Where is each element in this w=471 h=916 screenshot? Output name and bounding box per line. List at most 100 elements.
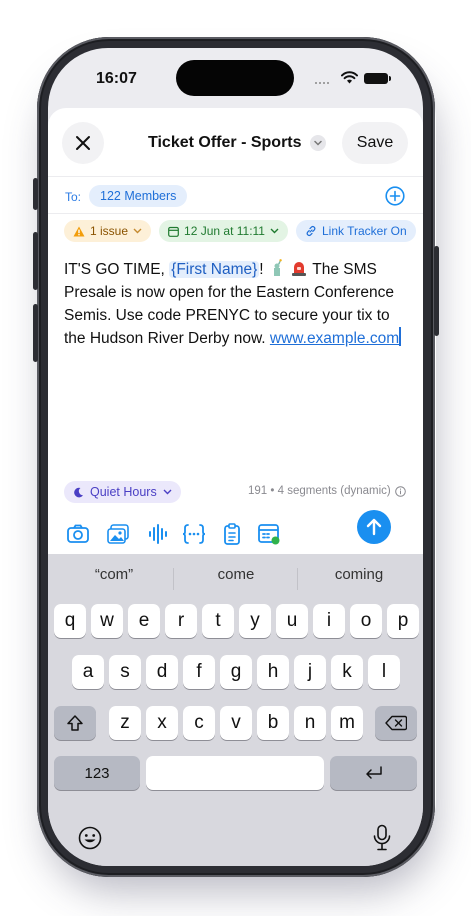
chevron-down-icon: [270, 228, 279, 234]
quiet-hours-chip[interactable]: Quiet Hours: [64, 481, 181, 503]
chevron-down-icon: [133, 228, 142, 234]
key-c[interactable]: c: [183, 706, 215, 740]
shift-key[interactable]: [54, 706, 96, 740]
recipients-row: To: 122 Members: [48, 176, 423, 214]
shift-icon: [67, 715, 83, 731]
issue-chip[interactable]: 1 issue: [64, 220, 152, 242]
image-icon[interactable]: [106, 522, 130, 546]
return-icon: [365, 766, 382, 779]
variable-braces-icon[interactable]: [182, 522, 206, 546]
key-e[interactable]: e: [128, 604, 160, 638]
close-button[interactable]: [62, 122, 104, 164]
dynamic-island: [176, 60, 294, 96]
key-h[interactable]: h: [257, 655, 289, 689]
message-link[interactable]: www.example.com: [270, 330, 399, 347]
microphone-icon[interactable]: [372, 824, 392, 852]
card-calendar-icon[interactable]: [257, 522, 281, 546]
link-tracker-chip[interactable]: Link Tracker On: [295, 220, 416, 242]
status-time: 16:07: [96, 70, 137, 87]
add-recipient-icon[interactable]: [385, 186, 405, 206]
action-button: [33, 178, 38, 210]
key-o[interactable]: o: [350, 604, 382, 638]
signal-icon: [315, 78, 335, 84]
close-icon: [76, 136, 90, 150]
segment-count: 191 • 4 segments (dynamic): [248, 485, 406, 497]
suggestion-1[interactable]: “com”: [54, 566, 174, 583]
arrow-up-icon: [366, 518, 382, 536]
battery-icon: [364, 73, 391, 84]
key-m[interactable]: m: [331, 706, 363, 740]
key-u[interactable]: u: [276, 604, 308, 638]
key-d[interactable]: d: [146, 655, 178, 689]
key-x[interactable]: x: [146, 706, 178, 740]
schedule-chip[interactable]: 12 Jun at 11:11: [159, 220, 288, 242]
numbers-key[interactable]: 123: [54, 756, 140, 790]
clipboard-icon[interactable]: [220, 522, 244, 546]
suggestion-divider: [297, 568, 298, 590]
suggestion-2[interactable]: come: [176, 566, 296, 583]
statue-of-liberty-emoji-icon: [273, 259, 282, 276]
key-t[interactable]: t: [202, 604, 234, 638]
key-f[interactable]: f: [183, 655, 215, 689]
compose-sheet: Ticket Offer - Sports Save To: 122 Membe…: [48, 108, 423, 554]
message-text-part1: IT'S GO TIME,: [64, 261, 170, 278]
return-key[interactable]: [330, 756, 417, 790]
backspace-icon: [385, 715, 407, 731]
volume-down-button: [33, 304, 38, 362]
phone-screen: 16:07 Ticket Offer - Sports Save To: 122…: [48, 48, 423, 866]
to-label: To:: [65, 190, 82, 204]
chevron-down-icon: [309, 135, 326, 151]
keyboard: “com” come coming q w e r t y u i o p a …: [48, 554, 423, 866]
issue-chip-label: 1 issue: [90, 224, 129, 238]
quiet-hours-label: Quiet Hours: [90, 485, 157, 499]
audio-waveform-icon[interactable]: [146, 522, 170, 546]
key-v[interactable]: v: [220, 706, 252, 740]
status-bar: 16:07: [48, 48, 423, 108]
key-r[interactable]: r: [165, 604, 197, 638]
link-tracker-chip-label: Link Tracker On: [321, 224, 407, 238]
key-g[interactable]: g: [220, 655, 252, 689]
message-body[interactable]: IT'S GO TIME, {First Name}! The SMS Pres…: [64, 258, 409, 350]
volume-up-button: [33, 232, 38, 290]
backspace-key[interactable]: [375, 706, 417, 740]
schedule-chip-label: 12 Jun at 11:11: [184, 224, 265, 238]
segment-count-text: 191 • 4 segments (dynamic): [248, 485, 391, 497]
suggestion-divider: [173, 568, 174, 590]
power-button: [434, 246, 439, 336]
key-z[interactable]: z: [109, 706, 141, 740]
message-text-part2: !: [259, 261, 268, 278]
key-j[interactable]: j: [294, 655, 326, 689]
calendar-icon: [168, 226, 179, 237]
first-name-token[interactable]: {First Name}: [169, 261, 260, 278]
key-p[interactable]: p: [387, 604, 419, 638]
wifi-icon: [341, 71, 358, 84]
key-s[interactable]: s: [109, 655, 141, 689]
suggestion-3[interactable]: coming: [299, 566, 419, 583]
suggestion-bar: “com” come coming: [48, 560, 423, 592]
key-i[interactable]: i: [313, 604, 345, 638]
emoji-keyboard-icon[interactable]: [78, 826, 102, 850]
key-k[interactable]: k: [331, 655, 363, 689]
title-dropdown[interactable]: Ticket Offer - Sports: [148, 134, 326, 152]
page-title: Ticket Offer - Sports: [148, 134, 302, 151]
moon-icon: [74, 487, 83, 497]
key-w[interactable]: w: [91, 604, 123, 638]
key-n[interactable]: n: [294, 706, 326, 740]
camera-icon[interactable]: [66, 522, 90, 546]
key-a[interactable]: a: [72, 655, 104, 689]
members-chip[interactable]: 122 Members: [89, 185, 188, 207]
key-q[interactable]: q: [54, 604, 86, 638]
info-icon[interactable]: [394, 485, 406, 497]
send-button[interactable]: [357, 510, 391, 544]
link-icon: [306, 226, 316, 236]
key-b[interactable]: b: [257, 706, 289, 740]
key-y[interactable]: y: [239, 604, 271, 638]
siren-emoji-icon: [292, 262, 307, 276]
text-cursor: [399, 327, 402, 346]
nav-bar: Ticket Offer - Sports Save: [48, 108, 423, 176]
warning-icon: [73, 226, 85, 236]
save-button[interactable]: Save: [342, 122, 408, 164]
message-options-chips: 1 issue 12 Jun at 11:11 Link Tracker On: [64, 220, 423, 242]
space-key[interactable]: [146, 756, 324, 790]
key-l[interactable]: l: [368, 655, 400, 689]
